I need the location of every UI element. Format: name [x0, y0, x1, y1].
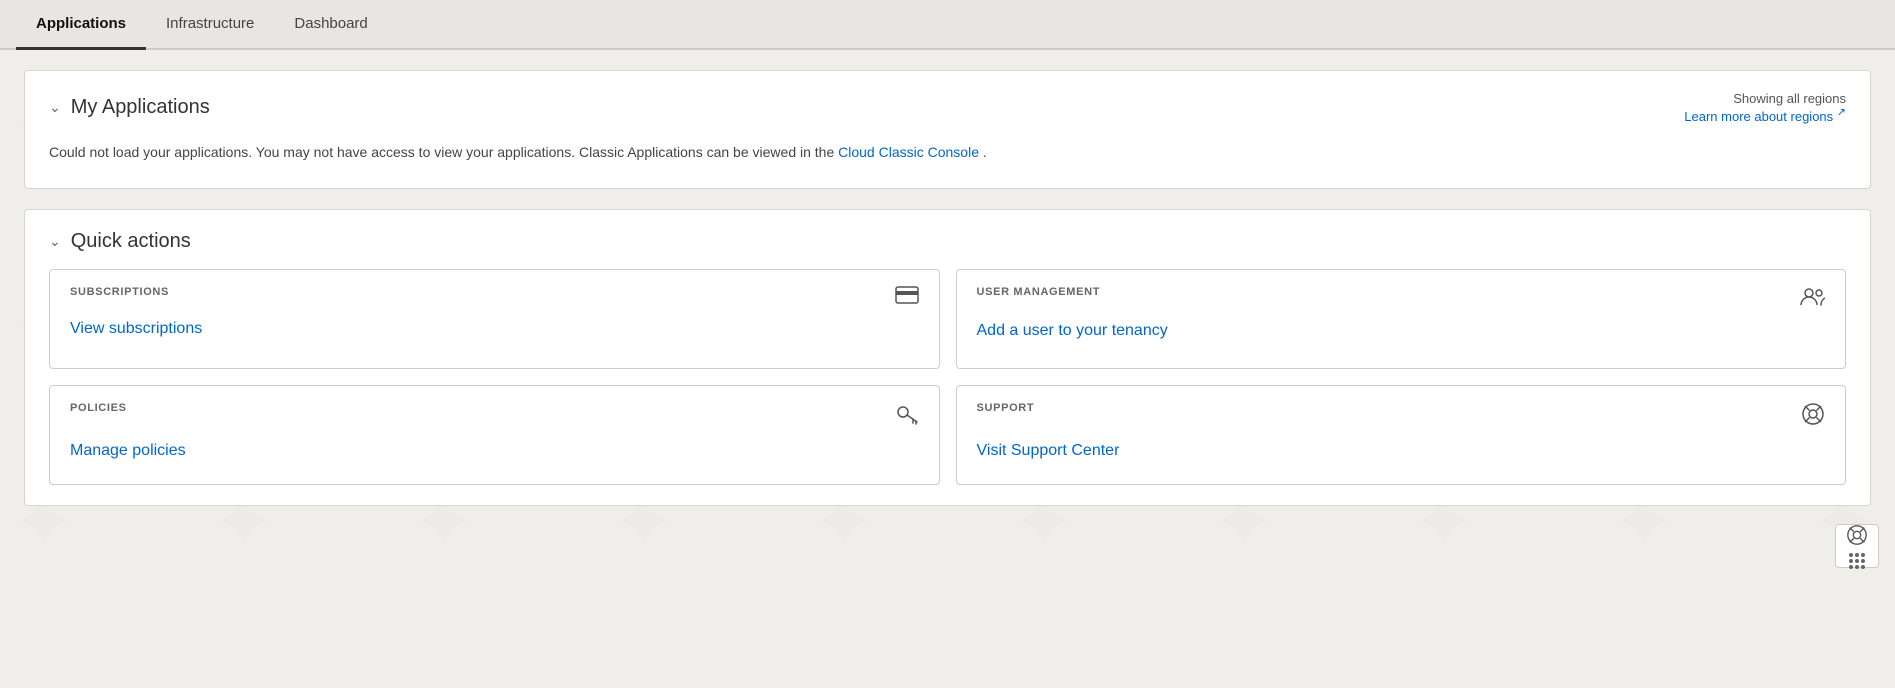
credit-card-icon	[895, 286, 919, 308]
my-applications-header: ⌄ My Applications Showing all regions Le…	[49, 91, 1846, 124]
region-label: Showing all regions	[1684, 91, 1846, 106]
my-applications-title-group: ⌄ My Applications	[49, 96, 210, 119]
learn-more-regions-link[interactable]: Learn more about regions ↗	[1684, 109, 1846, 124]
floating-dots	[1849, 553, 1865, 569]
quick-actions-grid: SUBSCRIPTIONS View subscriptions USER MA…	[49, 269, 1846, 485]
floating-lifebuoy-icon	[1846, 524, 1868, 551]
subscriptions-category: SUBSCRIPTIONS	[70, 286, 169, 298]
tab-applications[interactable]: Applications	[16, 0, 146, 50]
user-management-card[interactable]: USER MANAGEMENT Add a user to your tenan…	[956, 269, 1847, 369]
lifebuoy-icon	[1801, 402, 1825, 430]
external-link-icon: ↗	[1837, 107, 1846, 119]
my-applications-section: ⌄ My Applications Showing all regions Le…	[24, 70, 1871, 189]
floating-support-button[interactable]	[1835, 524, 1879, 568]
policies-category: POLICIES	[70, 402, 127, 414]
region-info: Showing all regions Learn more about reg…	[1684, 91, 1846, 124]
manage-policies-link[interactable]: Manage policies	[70, 442, 186, 459]
key-icon	[895, 402, 919, 430]
user-management-card-header: USER MANAGEMENT	[977, 286, 1826, 310]
tab-infrastructure[interactable]: Infrastructure	[146, 0, 274, 50]
policies-card-header: POLICIES	[70, 402, 919, 430]
my-applications-title: My Applications	[71, 96, 210, 119]
chevron-down-icon[interactable]: ⌄	[49, 99, 61, 116]
chevron-down-icon-quick-actions[interactable]: ⌄	[49, 233, 61, 250]
main-content: ⌄ My Applications Showing all regions Le…	[0, 50, 1895, 546]
applications-error-message: Could not load your applications. You ma…	[49, 136, 1846, 168]
quick-actions-section: ⌄ Quick actions SUBSCRIPTIONS View subsc…	[24, 209, 1871, 506]
user-management-category: USER MANAGEMENT	[977, 286, 1101, 298]
quick-actions-title-group: ⌄ Quick actions	[49, 230, 1846, 253]
add-user-link[interactable]: Add a user to your tenancy	[977, 322, 1168, 339]
support-card[interactable]: SUPPORT Visit Support Center	[956, 385, 1847, 485]
subscriptions-card-header: SUBSCRIPTIONS	[70, 286, 919, 308]
subscriptions-card[interactable]: SUBSCRIPTIONS View subscriptions	[49, 269, 940, 369]
top-navigation: Applications Infrastructure Dashboard	[0, 0, 1895, 50]
users-icon	[1799, 286, 1825, 310]
view-subscriptions-link[interactable]: View subscriptions	[70, 320, 202, 337]
quick-actions-title: Quick actions	[71, 230, 191, 253]
cloud-classic-console-link[interactable]: Cloud Classic Console	[838, 144, 979, 160]
tab-dashboard[interactable]: Dashboard	[274, 0, 387, 50]
policies-card[interactable]: POLICIES Manage policies	[49, 385, 940, 485]
support-card-header: SUPPORT	[977, 402, 1826, 430]
support-category: SUPPORT	[977, 402, 1035, 414]
visit-support-center-link[interactable]: Visit Support Center	[977, 442, 1120, 459]
